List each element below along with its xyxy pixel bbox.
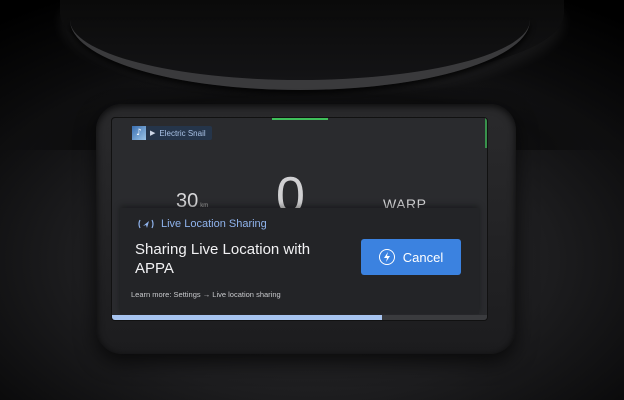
status-indicator <box>272 118 328 120</box>
location-sharing-icon <box>137 217 155 231</box>
lightning-circle-icon <box>378 249 395 265</box>
cancel-button-label: Cancel <box>402 249 444 265</box>
instrument-screen: ♪ ▶ Electric Snail 30 km 0 WARP Live Loca… <box>112 118 487 320</box>
cancel-button[interactable]: Cancel <box>361 239 461 275</box>
location-sharing-notification: Live Location Sharing Sharing Live Locat… <box>120 208 479 314</box>
edge-indicator <box>485 118 487 148</box>
progress-fill <box>112 315 382 320</box>
progress-track <box>112 315 487 320</box>
notification-title: Sharing Live Location with APPA <box>135 241 311 277</box>
now-playing-chip[interactable]: ♪ ▶ Electric Snail <box>132 126 212 140</box>
play-icon: ▶ <box>150 129 156 137</box>
notification-header: Live Location Sharing <box>137 217 267 231</box>
album-art-icon: ♪ <box>132 126 146 140</box>
track-title: Electric Snail <box>159 128 206 138</box>
car-interior: ♪ ▶ Electric Snail 30 km 0 WARP Live Loca… <box>0 0 624 400</box>
notification-header-label: Live Location Sharing <box>161 218 267 230</box>
learn-more-text: Learn more: Settings → Live location sha… <box>131 290 281 299</box>
